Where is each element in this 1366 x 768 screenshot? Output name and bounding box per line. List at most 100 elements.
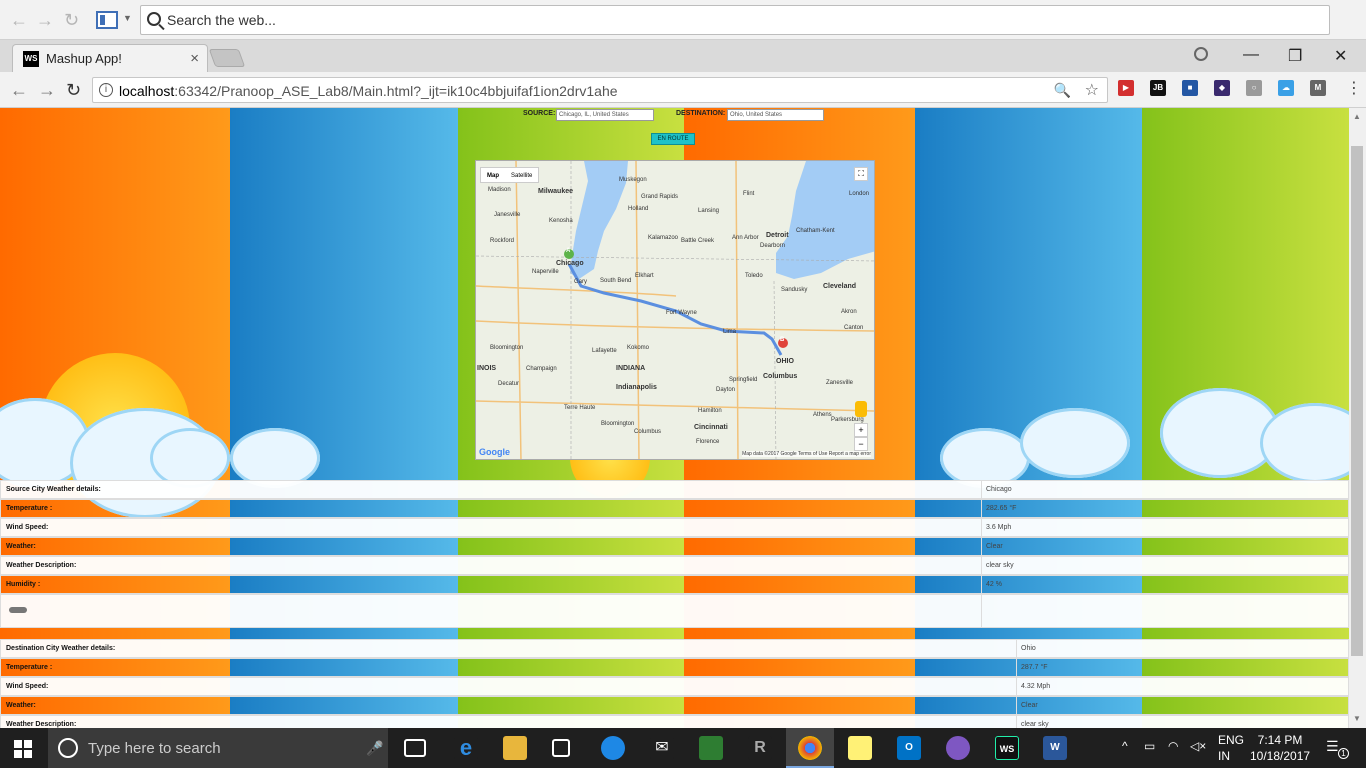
weather-row: Wind Speed: 4.32 Mph <box>0 677 1349 696</box>
tray-chevron-up-icon[interactable]: ^ <box>1122 739 1128 753</box>
weather-key: Humidity : <box>6 581 41 588</box>
map-place-label: Janesville <box>494 212 521 218</box>
outer-search-input[interactable]: Search the web... <box>140 5 1330 35</box>
clock-date: 10/18/2017 <box>1250 749 1311 763</box>
forward-icon[interactable]: → <box>38 80 56 101</box>
weather-value: Ohio <box>1021 645 1036 652</box>
clock[interactable]: 7:14 PM 10/18/2017 <box>1250 732 1310 764</box>
map-place-label: Cincinnati <box>694 424 728 431</box>
chevron-down-icon[interactable]: ▼ <box>123 13 132 23</box>
ext-weather-icon[interactable]: ☁ <box>1278 80 1294 96</box>
google-logo: Google <box>479 447 510 457</box>
map-type-satellite[interactable]: Satellite <box>505 168 538 184</box>
minimize-button[interactable]: — <box>1243 46 1259 64</box>
mail-icon[interactable]: ✉ <box>650 736 674 760</box>
outlook-icon[interactable]: O <box>897 736 921 760</box>
outer-browser-bar: ← → ↻ ▼ Search the web... <box>0 0 1366 40</box>
outer-forward-icon[interactable]: → <box>36 10 54 31</box>
taskbar-search-input[interactable]: Type here to search 🎤 <box>48 728 388 768</box>
pegman-icon[interactable] <box>855 401 867 417</box>
weather-key: Temperature : <box>6 664 53 671</box>
tab-mashup-app[interactable]: WS Mashup App! × <box>12 44 208 72</box>
map-place-label: Bloomington <box>601 421 635 427</box>
map-place-label: Champaign <box>526 366 557 372</box>
url-input[interactable]: i localhost:63342/Pranoop_ASE_Lab8/Main.… <box>92 77 1108 103</box>
excel-chart-icon[interactable] <box>699 736 723 760</box>
close-window-button[interactable]: ✕ <box>1334 46 1347 66</box>
window-layout-icon[interactable] <box>96 11 118 29</box>
zoom-in-button[interactable]: + <box>854 423 868 437</box>
weather-value: Chicago <box>986 486 1012 493</box>
en-route-button[interactable]: EN ROUTE <box>651 133 695 145</box>
ext-grey-icon[interactable]: ○ <box>1246 80 1262 96</box>
info-icon[interactable]: i <box>99 83 113 97</box>
map-place-label: Athens <box>813 412 832 418</box>
weather-row: Weather: Clear <box>0 696 1349 715</box>
browser-menu-icon[interactable]: ⋮ <box>1346 78 1362 98</box>
account-icon[interactable] <box>1194 47 1208 61</box>
map-place-label: Lafayette <box>592 348 617 354</box>
language-indicator[interactable]: ENG IN <box>1218 732 1244 764</box>
word-icon[interactable]: W <box>1043 736 1067 760</box>
volume-mute-icon[interactable]: ◁× <box>1190 739 1206 753</box>
chrome-icon[interactable] <box>798 736 822 760</box>
ext-purple-icon[interactable]: ◆ <box>1214 80 1230 96</box>
source-input[interactable]: Chicago, IL, United States <box>556 109 654 121</box>
map-place-label: Terre Haute <box>564 405 596 411</box>
map-type-map[interactable]: Map <box>481 168 505 184</box>
edge-icon[interactable]: e <box>454 736 478 760</box>
page-viewport: SOURCE: Chicago, IL, United States DESTI… <box>0 108 1349 728</box>
tab-close-icon[interactable]: × <box>190 50 199 67</box>
page-scrollbar[interactable]: ▲ ▼ <box>1349 108 1366 728</box>
map-place-label: Chatham-Kent <box>796 228 835 234</box>
cloud-decoration <box>940 428 1030 488</box>
weather-key: Weather Description: <box>6 562 77 569</box>
map-place-label: Columbus <box>763 373 798 380</box>
ext-jb-icon[interactable]: JB <box>1150 80 1166 96</box>
file-explorer-icon[interactable] <box>503 736 527 760</box>
microphone-icon[interactable]: 🎤 <box>366 740 383 757</box>
outer-back-icon[interactable]: ← <box>10 10 28 31</box>
outer-refresh-icon[interactable]: ↻ <box>64 10 79 31</box>
map-attribution[interactable]: Map data ©2017 Google Terms of Use Repor… <box>742 451 871 457</box>
map-place-label: Indianapolis <box>616 384 657 391</box>
back-icon[interactable]: ← <box>10 80 28 101</box>
windows-start-icon[interactable] <box>14 740 32 758</box>
scroll-thumb[interactable] <box>1351 146 1363 656</box>
ext-red-icon[interactable]: ▶ <box>1118 80 1134 96</box>
restore-button[interactable]: ❐ <box>1288 46 1302 66</box>
new-tab-button[interactable] <box>208 49 246 67</box>
github-desktop-icon[interactable] <box>946 736 970 760</box>
map-place-label: Lima <box>723 329 737 335</box>
weather-value: 287.7 °F <box>1021 664 1048 671</box>
map-place-label: Dearborn <box>760 243 786 249</box>
webstorm-taskbar-icon[interactable]: WS <box>995 736 1019 760</box>
scroll-down-icon[interactable]: ▼ <box>1353 714 1361 723</box>
zoom-out-button[interactable]: − <box>854 437 868 451</box>
store-icon[interactable] <box>552 739 570 757</box>
fullscreen-icon[interactable]: ⛶ <box>854 167 868 181</box>
map-place-label: Hamilton <box>698 408 722 414</box>
taskbar-search-placeholder: Type here to search <box>88 740 221 757</box>
map-place-label: Flint <box>743 191 755 197</box>
r-icon[interactable]: R <box>748 736 772 760</box>
destination-input[interactable]: Ohio, United States <box>727 109 824 121</box>
map-place-label: Rockford <box>490 238 515 244</box>
weather-icon <box>9 607 27 613</box>
ext-bookmark-icon[interactable]: ■ <box>1182 80 1198 96</box>
google-map[interactable]: A B Madison Milwaukee Muskegon Grand Rapids… <box>475 160 875 460</box>
map-place-label: Fort Wayne <box>666 310 697 316</box>
wifi-icon[interactable]: ◠ <box>1168 739 1178 753</box>
action-center-icon[interactable]: ☰ <box>1326 738 1339 755</box>
safari-icon[interactable] <box>601 736 625 760</box>
bookmark-star-icon[interactable]: ☆ <box>1085 80 1099 100</box>
scroll-up-icon[interactable]: ▲ <box>1353 112 1361 121</box>
url-text: localhost:63342/Pranoop_ASE_Lab8/Main.ht… <box>119 83 618 99</box>
task-view-icon[interactable] <box>404 739 426 757</box>
zoom-icon[interactable]: 🔍 <box>1054 82 1071 99</box>
sticky-notes-icon[interactable] <box>848 736 872 760</box>
ext-m-icon[interactable]: M <box>1310 80 1326 96</box>
battery-icon[interactable]: ▭ <box>1144 739 1155 753</box>
reload-icon[interactable]: ↻ <box>66 80 81 101</box>
map-place-label: Battle Creek <box>681 238 715 244</box>
